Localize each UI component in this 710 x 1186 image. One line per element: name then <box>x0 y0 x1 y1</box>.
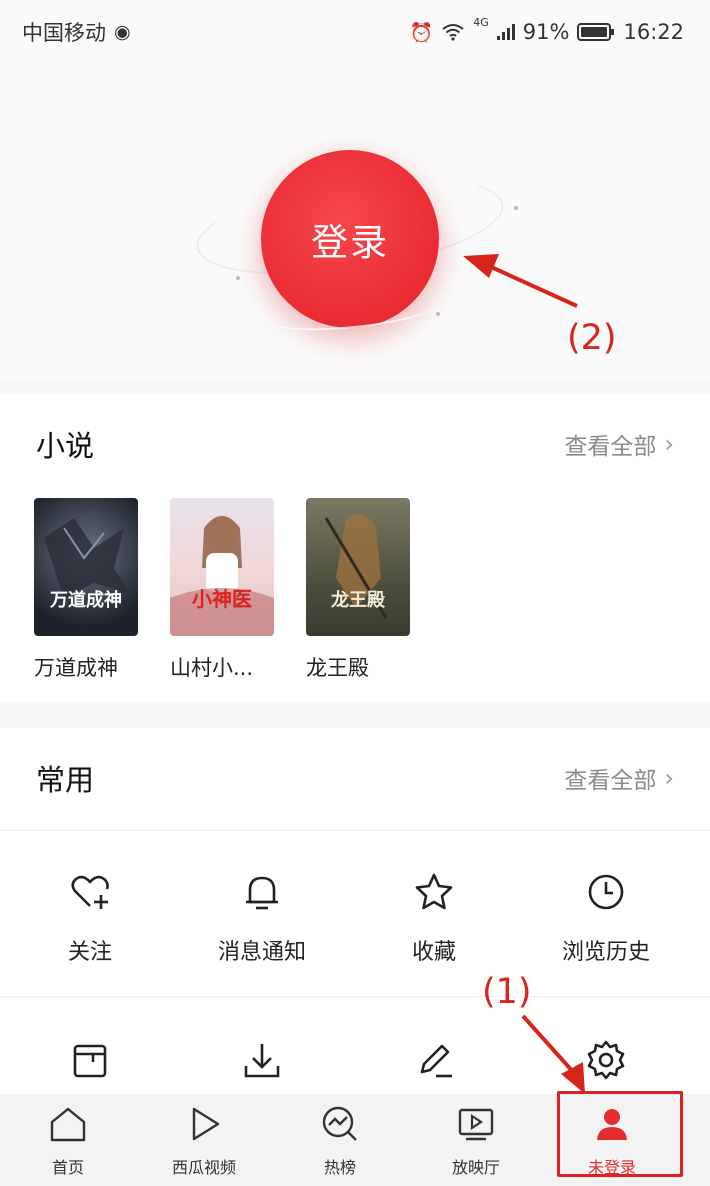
play-icon <box>192 1107 220 1141</box>
divider <box>0 996 710 997</box>
signal-icon <box>496 24 515 40</box>
book-title: 龙王殿 <box>306 656 369 680</box>
book-item[interactable]: 小神医 山村小... <box>170 498 274 682</box>
annotation-label-1: (1) <box>482 972 532 1012</box>
battery-icon <box>577 23 615 41</box>
book-item[interactable]: 龙王殿 龙王殿 <box>306 498 410 682</box>
novel-section: 小说 查看全部 › 万道成神 万道成神 小神医 山村小... 龙王殿 龙王殿 <box>0 394 710 702</box>
book-cover-title: 万道成神 <box>50 590 122 611</box>
screen-play-icon <box>458 1108 494 1141</box>
download-icon <box>244 1044 280 1078</box>
status-bar: 中国移动 ◉ ⏰ 4G 91% 16:22 <box>0 0 710 64</box>
notifications-label: 消息通知 <box>217 940 306 965</box>
downloads-button[interactable] <box>176 1038 348 1082</box>
home-icon <box>50 1107 86 1142</box>
clock-icon <box>588 874 624 910</box>
wallet-button[interactable] <box>4 1038 176 1082</box>
history-button[interactable]: 浏览历史 <box>520 870 692 966</box>
wifi-icon <box>441 23 465 41</box>
section-title-novels: 小说 <box>36 429 95 463</box>
common-grid-row-1: 关注 消息通知 收藏 浏览历史 <box>0 870 710 966</box>
section-title-common: 常用 <box>36 763 95 797</box>
star-icon <box>415 873 453 910</box>
nav-xigua-video[interactable]: 西瓜视频 <box>136 1094 272 1186</box>
see-all-label: 查看全部 <box>564 434 657 460</box>
history-label: 浏览历史 <box>561 940 650 965</box>
nav-hot-list[interactable]: 热榜 <box>272 1094 408 1186</box>
book-title: 万道成神 <box>34 656 118 680</box>
decor-dot <box>514 206 518 210</box>
book-item[interactable]: 万道成神 万道成神 <box>34 498 138 682</box>
alarm-icon: ⏰ <box>409 21 434 44</box>
novels-see-all-link[interactable]: 查看全部 › <box>564 427 674 461</box>
network-type: 4G <box>473 16 489 29</box>
nav-label: 西瓜视频 <box>171 1158 236 1177</box>
book-list: 万道成神 万道成神 小神医 山村小... 龙王殿 龙王殿 <box>34 498 410 682</box>
common-section: 常用 查看全部 › 关注 消息通知 收藏 浏览历史 <box>0 728 710 1094</box>
nav-label: 放映厅 <box>451 1158 500 1177</box>
creator-button[interactable] <box>348 1038 520 1082</box>
book-cover: 万道成神 <box>34 498 138 636</box>
heart-plus-icon <box>71 875 109 909</box>
nav-home[interactable]: 首页 <box>0 1094 136 1186</box>
gear-icon <box>587 1040 625 1080</box>
annotation-highlight-box <box>557 1091 683 1177</box>
favorites-button[interactable]: 收藏 <box>348 870 520 966</box>
common-see-all-link[interactable]: 查看全部 › <box>564 761 674 795</box>
see-all-label: 查看全部 <box>564 768 657 794</box>
common-grid-row-2 <box>0 1038 710 1082</box>
notification-dot-icon: ◉ <box>114 21 131 43</box>
settings-button[interactable] <box>520 1038 692 1082</box>
screen: 中国移动 ◉ ⏰ 4G 91% 16:22 登录 (2) 小说 查看全部 › 万… <box>0 0 710 1186</box>
decor-dot <box>436 312 440 316</box>
carrier-name: 中国移动 <box>22 21 106 45</box>
divider <box>0 830 710 831</box>
book-cover: 龙王殿 <box>306 498 410 636</box>
wallet-icon <box>73 1044 107 1078</box>
bell-icon <box>246 876 278 910</box>
nav-label: 热榜 <box>323 1158 356 1177</box>
edit-icon <box>420 1044 452 1078</box>
favorites-label: 收藏 <box>411 940 456 965</box>
annotation-label-2: (2) <box>567 318 617 358</box>
trending-icon <box>322 1106 357 1141</box>
follow-button[interactable]: 关注 <box>4 870 176 966</box>
book-cover-title: 小神医 <box>192 587 252 611</box>
follow-label: 关注 <box>67 940 112 965</box>
book-title: 山村小... <box>170 656 254 680</box>
chevron-right-icon: › <box>664 764 674 792</box>
nav-screening-hall[interactable]: 放映厅 <box>408 1094 544 1186</box>
nav-label: 首页 <box>51 1158 84 1177</box>
book-cover-title: 龙王殿 <box>331 590 385 611</box>
chevron-right-icon: › <box>664 430 674 458</box>
book-cover: 小神医 <box>170 498 274 636</box>
battery-percent: 91% <box>522 20 570 44</box>
clock-time: 16:22 <box>623 20 684 44</box>
decor-dot <box>236 276 240 280</box>
notifications-button[interactable]: 消息通知 <box>176 870 348 966</box>
